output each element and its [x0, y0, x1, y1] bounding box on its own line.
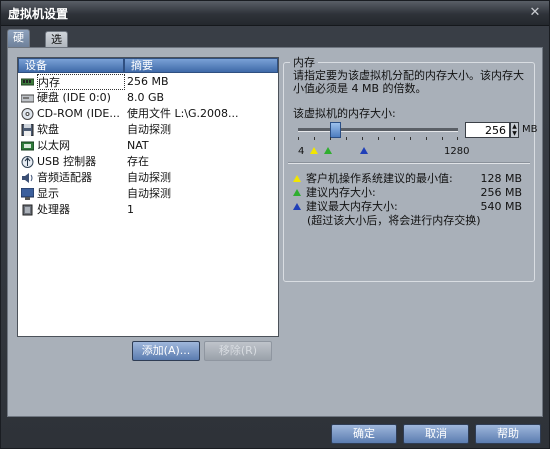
- usb-icon: [21, 156, 34, 168]
- slider-max-label: 1280: [444, 146, 470, 157]
- memory-size-input[interactable]: [465, 122, 510, 138]
- device-name: 以太网: [37, 139, 70, 152]
- add-device-button[interactable]: 添加(A)...: [132, 341, 200, 361]
- info-min-row: 客户机操作系统建议的最小值: 128 MB: [290, 172, 530, 185]
- vm-settings-window: 虚拟机设置 ✕ 硬件 选项 设备 摘要 内存 256 MB 硬盘 (IDE 0:…: [0, 0, 550, 449]
- memory-slider-track[interactable]: [298, 128, 458, 132]
- info-value: 256 MB: [480, 186, 522, 199]
- device-summary: 256 MB: [127, 75, 169, 88]
- info-label: 建议内存大小:: [306, 186, 376, 199]
- device-summary: 存在: [127, 155, 149, 168]
- ok-button[interactable]: 确定: [331, 424, 397, 444]
- memory-slider-ticks: [298, 137, 458, 141]
- floppy-icon: [21, 124, 34, 136]
- device-row-ethernet[interactable]: 以太网 NAT: [18, 138, 278, 154]
- device-name: 硬盘 (IDE 0:0): [37, 91, 111, 104]
- column-header-device[interactable]: 设备: [18, 58, 124, 73]
- spin-up-icon[interactable]: ▲: [511, 123, 518, 130]
- memory-description-line2: 小值必须是 4 MB 的倍数。: [293, 82, 427, 95]
- cancel-button[interactable]: 取消: [403, 424, 469, 444]
- spin-down-icon[interactable]: ▼: [511, 130, 518, 137]
- device-name: 处理器: [37, 203, 70, 216]
- memory-description-line1: 请指定要为该虚拟机分配的内存大小。该内存大: [293, 69, 524, 82]
- swap-note: (超过该大小后，将会进行内存交换): [307, 214, 481, 227]
- cdrom-icon: [21, 108, 34, 120]
- hardware-panel: 设备 摘要 内存 256 MB 硬盘 (IDE 0:0) 8.0 GB CD-R…: [7, 47, 543, 417]
- remove-device-button[interactable]: 移除(R): [204, 341, 272, 361]
- tab-hardware[interactable]: 硬件: [7, 29, 30, 60]
- tab-options[interactable]: 选项: [45, 31, 68, 62]
- memory-size-label: 该虚拟机的内存大小:: [293, 107, 396, 120]
- harddisk-icon: [21, 94, 34, 103]
- memory-icon: [21, 78, 34, 86]
- help-button[interactable]: 帮助: [475, 424, 541, 444]
- memory-separator: [288, 162, 530, 164]
- info-value: 540 MB: [480, 200, 522, 213]
- device-name: 音频适配器: [37, 171, 92, 184]
- device-summary: 8.0 GB: [127, 91, 165, 104]
- close-icon[interactable]: ✕: [527, 5, 543, 20]
- device-row-usb[interactable]: USB 控制器 存在: [18, 154, 278, 170]
- device-summary: 自动探测: [127, 171, 171, 184]
- device-name: CD-ROM (IDE...: [37, 107, 120, 120]
- device-row-cdrom[interactable]: CD-ROM (IDE... 使用文件 L:\G.2008...: [18, 106, 278, 122]
- info-value: 128 MB: [480, 172, 522, 185]
- device-summary: 1: [127, 203, 134, 216]
- device-row-memory[interactable]: 内存 256 MB: [18, 74, 278, 90]
- device-row-sound[interactable]: 音频适配器 自动探测: [18, 170, 278, 186]
- sound-icon: [22, 173, 33, 183]
- info-recommended-row: 建议内存大小: 256 MB: [290, 186, 530, 199]
- device-name: USB 控制器: [37, 155, 97, 168]
- device-row-harddisk[interactable]: 硬盘 (IDE 0:0) 8.0 GB: [18, 90, 278, 106]
- info-label: 客户机操作系统建议的最小值:: [306, 172, 453, 185]
- device-name: 内存: [37, 74, 125, 90]
- memory-group-title: 内存: [290, 54, 318, 70]
- memory-unit: MB: [522, 124, 538, 135]
- memory-slider-thumb[interactable]: [330, 122, 341, 138]
- min-marker-icon: [310, 147, 318, 154]
- yellow-triangle-icon: [293, 175, 301, 182]
- max-marker-icon: [360, 147, 368, 154]
- device-row-floppy[interactable]: 软盘 自动探测: [18, 122, 278, 138]
- slider-min-label: 4: [298, 146, 305, 157]
- device-list[interactable]: 设备 摘要 内存 256 MB 硬盘 (IDE 0:0) 8.0 GB CD-R…: [17, 57, 279, 337]
- device-name: 软盘: [37, 123, 59, 136]
- blue-triangle-icon: [293, 203, 301, 210]
- green-triangle-icon: [293, 189, 301, 196]
- memory-size-spinner[interactable]: ▲ ▼: [510, 122, 519, 138]
- title-bar[interactable]: 虚拟机设置 ✕: [1, 1, 549, 26]
- device-list-header: 设备 摘要: [18, 58, 278, 73]
- device-row-display[interactable]: 显示 自动探测: [18, 186, 278, 202]
- memory-description: 请指定要为该虚拟机分配的内存大小。该内存大 小值必须是 4 MB 的倍数。: [293, 69, 535, 95]
- cpu-icon: [22, 204, 33, 216]
- column-header-summary[interactable]: 摘要: [124, 58, 278, 73]
- device-summary: NAT: [127, 139, 149, 152]
- device-summary: 自动探测: [127, 187, 171, 200]
- dialog-button-bar: 确定 取消 帮助: [1, 417, 549, 448]
- device-name: 显示: [37, 187, 59, 200]
- device-summary: 自动探测: [127, 123, 171, 136]
- window-title: 虚拟机设置: [8, 7, 69, 21]
- network-icon: [21, 141, 34, 151]
- device-row-processor[interactable]: 处理器 1: [18, 202, 278, 218]
- device-summary: 使用文件 L:\G.2008...: [127, 107, 239, 120]
- display-icon: [21, 188, 34, 200]
- recommended-marker-icon: [324, 147, 332, 154]
